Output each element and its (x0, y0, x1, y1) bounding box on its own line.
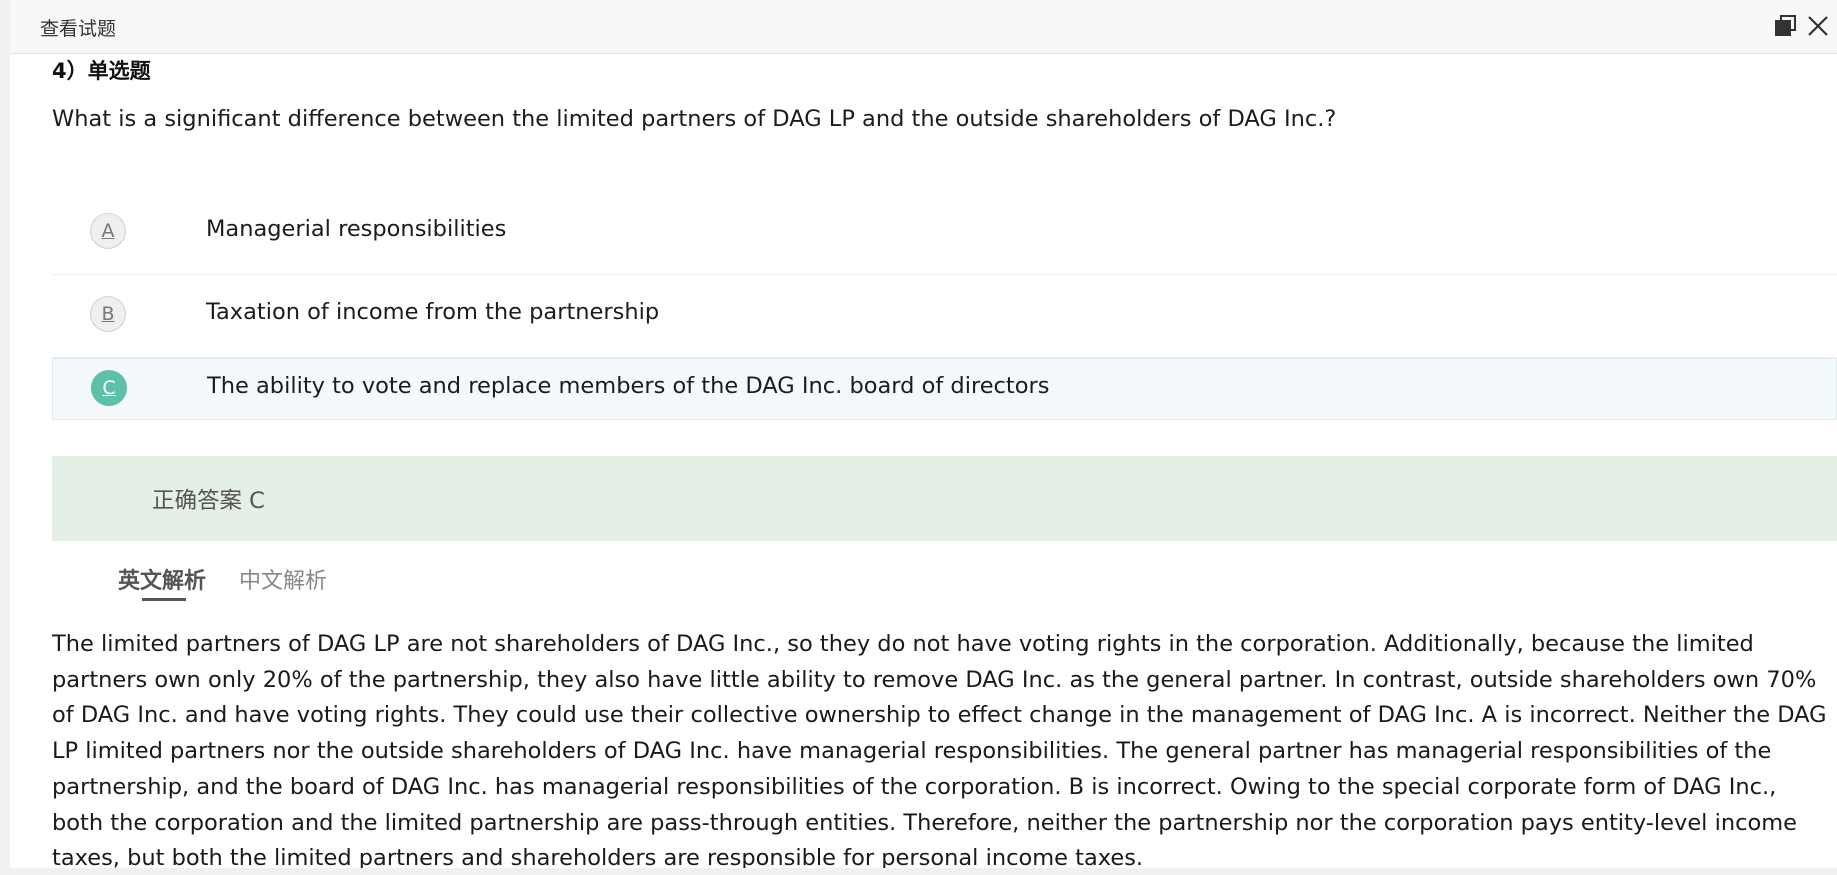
option-c[interactable]: C The ability to vote and replace member… (52, 358, 1837, 420)
correct-answer-bar: 正确答案 C (52, 456, 1837, 541)
dialog-content: 4）单选题 What is a significant difference b… (52, 53, 1837, 868)
active-tab-indicator (142, 598, 186, 601)
question-viewer-dialog: 查看试题 4）单选题 What is a significant differe… (10, 0, 1837, 868)
tab-english-analysis[interactable]: 英文解析 (118, 563, 206, 595)
option-a-letter[interactable]: A (90, 213, 126, 249)
correct-answer-label: 正确答案 C (152, 488, 265, 514)
restore-window-icon[interactable] (1773, 13, 1799, 39)
dialog-titlebar: 查看试题 (10, 0, 1837, 54)
question-type-label: 4）单选题 (52, 59, 151, 83)
option-b-text: Taxation of income from the partnership (206, 299, 660, 325)
option-a-text: Managerial responsibilities (206, 216, 507, 242)
close-icon[interactable] (1805, 13, 1831, 39)
option-b-letter[interactable]: B (90, 296, 126, 332)
option-a[interactable]: A Managerial responsibilities (52, 192, 1837, 275)
option-c-text: The ability to vote and replace members … (207, 373, 1050, 399)
dialog-title: 查看试题 (40, 18, 117, 40)
question-stem: What is a significant difference between… (52, 106, 1337, 132)
option-b[interactable]: B Taxation of income from the partnershi… (52, 275, 1837, 358)
tab-chinese-analysis[interactable]: 中文解析 (239, 563, 327, 595)
option-c-letter[interactable]: C (91, 370, 127, 406)
explanation-text: The limited partners of DAG LP are not s… (52, 631, 1827, 868)
